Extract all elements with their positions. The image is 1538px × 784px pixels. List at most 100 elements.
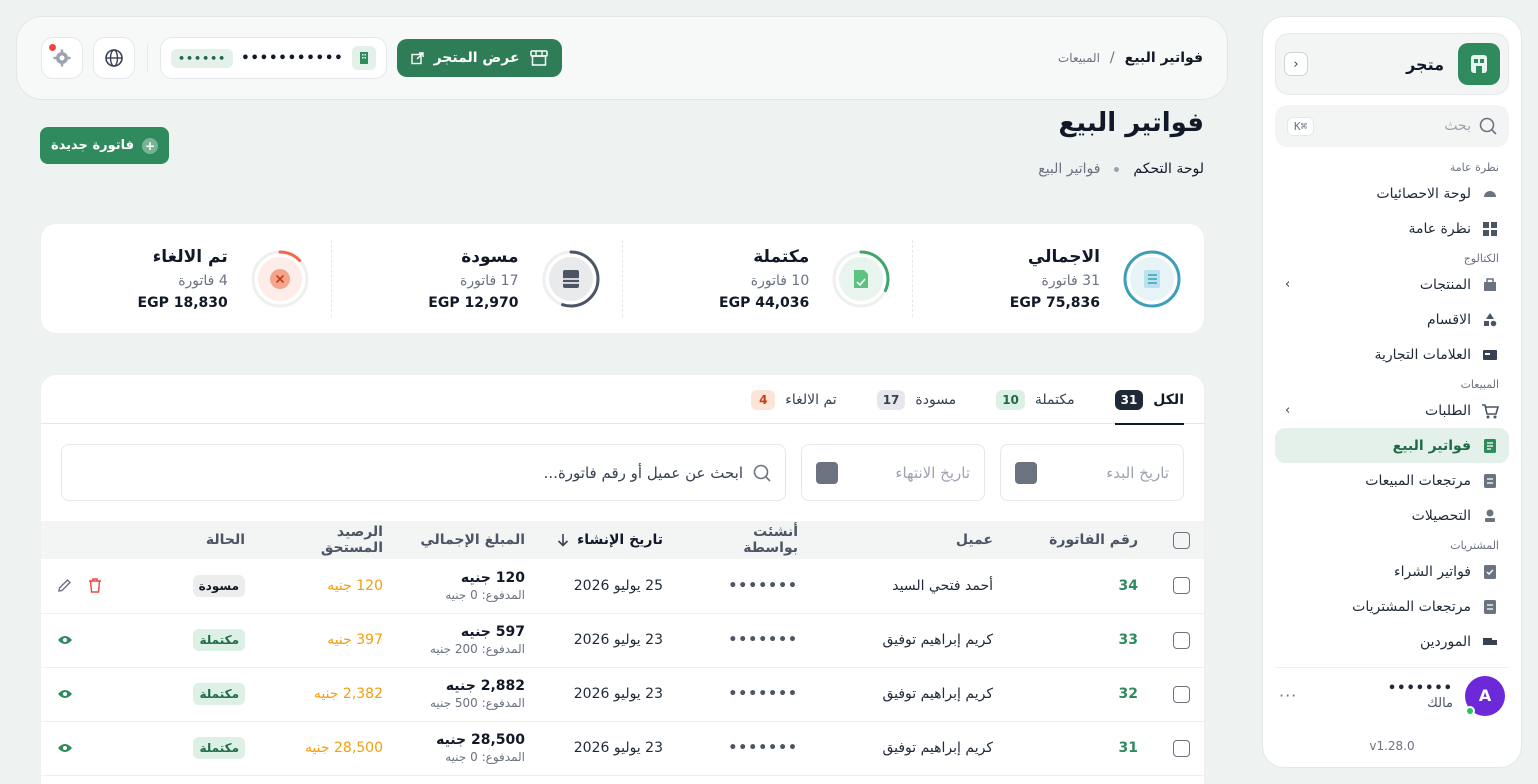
stat-progress-ring	[1123, 250, 1181, 307]
due-balance: 120 جنيه	[327, 577, 383, 594]
stat-amount: EGP 75,836	[1009, 294, 1100, 311]
sidebar-item[interactable]: فواتير الشراء	[1275, 554, 1509, 589]
sidebar-item[interactable]: فواتير البيع	[1275, 428, 1509, 463]
view-icon[interactable]	[57, 688, 73, 700]
invoices-card: الكل 31 مكتملة 10 مسودة 17 تم الالغاء 4 تاريخ ا…	[40, 374, 1205, 784]
stat-title: مسودة	[461, 246, 519, 267]
sidebar: متجر ‹ بحث ⌘K نظرة عامة لوحة الاحصائيات نظ…	[1262, 16, 1522, 768]
total-amount: 120 جنيه	[460, 569, 525, 586]
sidebar-item-label: الموردين	[1419, 633, 1471, 650]
end-date-field[interactable]: تاريخ الانتهاء	[801, 444, 985, 501]
view-icon[interactable]	[57, 742, 73, 754]
row-checkbox[interactable]	[1173, 631, 1190, 649]
tab-count-badge: 4	[751, 389, 776, 410]
sidebar-item[interactable]: لوحة الاحصائيات	[1275, 176, 1509, 211]
collapse-sidebar-button[interactable]: ‹	[1284, 52, 1308, 76]
sidebar-item-label: فواتير الشراء	[1394, 563, 1471, 580]
col-status[interactable]: الحالة	[153, 521, 261, 559]
invoice-search-input[interactable]: ابحث عن عميل أو رقم فاتورة...	[61, 444, 786, 501]
sidebar-item[interactable]: مرتجعات المشتريات	[1275, 589, 1509, 624]
col-created-by[interactable]: أنشئت بواسطة	[679, 521, 814, 559]
store-selector[interactable]: •••••• •••••••••••	[160, 37, 387, 79]
tab-count-badge: 17	[876, 389, 906, 410]
status-tab[interactable]: تم الالغاء 4	[751, 375, 837, 424]
store-logo-icon	[1458, 43, 1500, 85]
sidebar-section-title: المشتريات	[1450, 539, 1499, 552]
status-tab[interactable]: مكتملة 10	[996, 375, 1075, 424]
sidebar-item[interactable]: الاقسام	[1275, 302, 1509, 337]
view-icon[interactable]	[57, 634, 73, 646]
sidebar-item[interactable]: المنتجات ›	[1275, 267, 1509, 302]
tab-count-badge: 31	[1114, 389, 1144, 410]
invoice-number[interactable]: 33	[1119, 632, 1138, 648]
breadcrumb: فواتير البيع / المبيعات	[1058, 50, 1203, 66]
user-menu[interactable]: A ••••••• مالك ···	[1275, 667, 1509, 723]
sidebar-item-label: الاقسام	[1427, 311, 1471, 328]
sidebar-item[interactable]: العلامات التجارية	[1275, 337, 1509, 372]
breadcrumb-current: فواتير البيع	[1124, 50, 1203, 66]
status-badge: مكتملة	[193, 737, 245, 759]
brand-name: متجر	[1406, 54, 1444, 74]
sidebar-item[interactable]: التحصيلات	[1275, 498, 1509, 533]
invoice-number[interactable]: 32	[1119, 686, 1138, 702]
view-store-button[interactable]: عرض المتجر	[396, 39, 562, 77]
sidebar-section-title: الكتالوج	[1463, 252, 1499, 265]
row-actions	[57, 578, 137, 593]
created-date: 23 يوليو 2026	[573, 632, 663, 648]
start-date-field[interactable]: تاريخ البدء	[1000, 444, 1184, 501]
col-created-at[interactable]: تاريخ الإنشاء	[541, 521, 679, 559]
new-invoice-button[interactable]: + فاتورة جديدة	[40, 127, 169, 164]
stat-card: الاجمالي 31 فاتورة EGP 75,836	[913, 224, 1204, 333]
sidebar-item[interactable]: مرتجعات المبيعات	[1275, 463, 1509, 498]
brand-switcher[interactable]: متجر ‹	[1275, 33, 1509, 95]
stat-title: الاجمالي	[1027, 246, 1100, 267]
table-row[interactable]: 31 كريم إبراهيم توفيق ••••••• 23 يوليو 2026…	[41, 721, 1204, 775]
table-row[interactable]: 32 كريم إبراهيم توفيق ••••••• 23 يوليو 2026…	[41, 667, 1204, 721]
status-tab[interactable]: مسودة 17	[876, 375, 956, 424]
sidebar-item-label: مرتجعات المشتريات	[1352, 598, 1471, 615]
due-balance: 397 جنيه	[327, 632, 383, 648]
delete-icon[interactable]	[88, 578, 102, 593]
return-icon	[1481, 598, 1499, 616]
select-all-checkbox[interactable]	[1173, 531, 1190, 549]
stat-amount: EGP 44,036	[719, 294, 810, 311]
chevron-left-icon: ›	[1285, 403, 1291, 418]
stat-progress-ring	[542, 250, 599, 307]
topbar-divider	[147, 44, 148, 72]
sidebar-item[interactable]: الطلبات ›	[1275, 393, 1509, 428]
sidebar-search[interactable]: بحث ⌘K	[1275, 105, 1509, 147]
invoice-search-placeholder: ابحث عن عميل أو رقم فاتورة...	[543, 463, 743, 482]
col-due[interactable]: الرصيد المستحق	[261, 521, 399, 559]
invoice-number[interactable]: 34	[1119, 578, 1138, 594]
gauge-icon	[1481, 185, 1499, 203]
language-button[interactable]	[93, 37, 135, 79]
paid-amount: المدفوع: 0 جنيه	[445, 587, 525, 602]
col-number[interactable]: رقم الفاتورة	[1009, 521, 1154, 559]
breadcrumb-sales[interactable]: المبيعات	[1058, 51, 1100, 65]
row-checkbox[interactable]	[1173, 739, 1190, 757]
user-role: مالك	[1427, 695, 1453, 711]
row-checkbox[interactable]	[1173, 685, 1190, 703]
sidebar-item[interactable]: نظرة عامة	[1275, 211, 1509, 246]
col-total[interactable]: المبلغ الإجمالي	[399, 521, 541, 559]
crumb-dashboard[interactable]: لوحة التحكم	[1133, 161, 1204, 177]
col-actions	[41, 521, 153, 559]
more-options-icon[interactable]: ···	[1279, 686, 1297, 705]
table-row[interactable]: 34 أحمد فتحي السيد ••••••• 25 يوليو 2026 120…	[41, 559, 1204, 613]
settings-button[interactable]	[41, 37, 83, 79]
stat-title: تم الالغاء	[152, 246, 228, 267]
invoice-number[interactable]: 31	[1119, 740, 1138, 756]
view-store-label: عرض المتجر	[433, 50, 520, 66]
table-row[interactable]: 33 كريم إبراهيم توفيق ••••••• 23 يوليو 2026…	[41, 613, 1204, 667]
status-tab[interactable]: الكل 31	[1114, 375, 1185, 425]
draft-icon	[562, 269, 579, 288]
stat-progress-ring	[251, 250, 309, 307]
edit-icon[interactable]	[57, 578, 72, 593]
sidebar-item[interactable]: الموردين	[1275, 624, 1509, 659]
sidebar-item-label: فواتير البيع	[1392, 437, 1471, 454]
shapes-icon	[1481, 311, 1499, 329]
col-customer[interactable]: عميل	[814, 521, 1009, 559]
due-balance: 28,500 جنيه	[304, 740, 383, 756]
customer-name: كريم إبراهيم توفيق	[882, 740, 993, 756]
row-checkbox[interactable]	[1173, 577, 1190, 595]
